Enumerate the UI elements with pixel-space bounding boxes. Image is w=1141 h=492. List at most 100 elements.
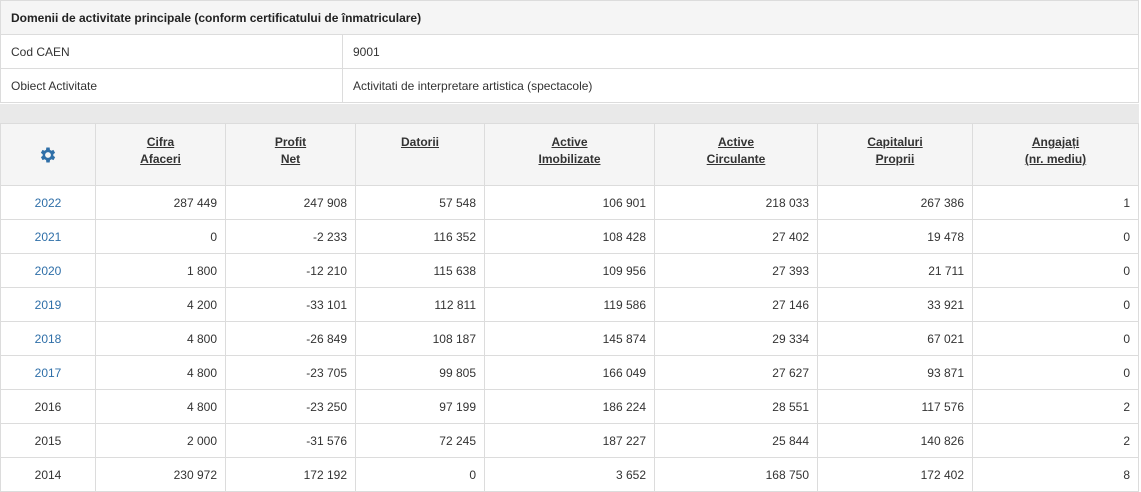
header-line1: Profit [274,135,307,149]
value-cell: 97 199 [355,389,485,424]
value-cell: 140 826 [817,423,973,458]
value-cell: 166 049 [484,355,655,390]
value-cell: 99 805 [355,355,485,390]
value-cell: 186 224 [484,389,655,424]
section-divider [0,104,1139,123]
header-active-imobilizate[interactable]: Active Imobilizate [484,123,655,186]
value-cell: 2 [972,423,1139,458]
value-cell: -2 233 [225,219,356,254]
financials-table: Cifra Afaceri Profit Net Datorii Active Imo… [0,123,1139,492]
header-active-circulante[interactable]: Active Circulante [654,123,818,186]
header-line2: Afaceri [140,152,181,166]
value-cell: 247 908 [225,185,356,220]
year-cell: 2016 [0,389,96,424]
value-cell: 8 [972,457,1139,492]
year-link[interactable]: 2018 [0,321,96,356]
domains-table: Domenii de activitate principale (confor… [0,0,1139,103]
financials-body: 2022 287 449 247 908 57 548 106 901 218 033 26… [0,185,1139,492]
table-row: 2014 230 972 172 192 0 3 652 168 750 172 402 8 [0,457,1139,492]
value-cell: 0 [972,219,1139,254]
value-cell: 27 393 [654,253,818,288]
table-row: 2017 4 800 -23 705 99 805 166 049 27 627 93 87… [0,355,1139,390]
value-cell: 72 245 [355,423,485,458]
header-line1: Capitaluri [867,135,923,149]
value-cell: 27 146 [654,287,818,322]
value-cell: 287 449 [95,185,226,220]
year-link[interactable]: 2017 [0,355,96,390]
value-cell: 267 386 [817,185,973,220]
table-row: 2021 0 -2 233 116 352 108 428 27 402 19 478 0 [0,219,1139,254]
value-cell: 1 [972,185,1139,220]
header-cifra-afaceri[interactable]: Cifra Afaceri [95,123,226,186]
value-cell: 29 334 [654,321,818,356]
value-cell: 218 033 [654,185,818,220]
value-cell: 106 901 [484,185,655,220]
header-profit-net[interactable]: Profit Net [225,123,356,186]
header-line2: Imobilizate [538,152,601,166]
value-cell: 116 352 [355,219,485,254]
value-cell: 108 187 [355,321,485,356]
header-line2: (nr. mediu) [1024,152,1087,166]
value-cell: 27 627 [654,355,818,390]
value-cell: 33 921 [817,287,973,322]
value-cell: -33 101 [225,287,356,322]
value-cell: 117 576 [817,389,973,424]
domains-title: Domenii de activitate principale (confor… [0,0,1139,35]
value-cell: 145 874 [484,321,655,356]
value-cell: 0 [972,321,1139,356]
header-line2: Circulante [706,152,766,166]
year-link[interactable]: 2019 [0,287,96,322]
year-link[interactable]: 2021 [0,219,96,254]
header-line1: Angajați [1031,135,1080,149]
value-cell: 119 586 [484,287,655,322]
value-cell: 21 711 [817,253,973,288]
value-cell: 187 227 [484,423,655,458]
gear-icon [40,147,56,162]
value-cell: 28 551 [654,389,818,424]
value-cell: 67 021 [817,321,973,356]
value-cell: 0 [95,219,226,254]
header-angajati[interactable]: Angajați (nr. mediu) [972,123,1139,186]
domain-value: 9001 [342,34,1139,69]
table-row: 2019 4 200 -33 101 112 811 119 586 27 146 33 9… [0,287,1139,322]
value-cell: 112 811 [355,287,485,322]
value-cell: 4 200 [95,287,226,322]
value-cell: 172 192 [225,457,356,492]
settings-button[interactable] [0,123,96,186]
header-line1: Active [551,135,588,149]
value-cell: 2 [972,389,1139,424]
value-cell: 230 972 [95,457,226,492]
domain-value: Activitati de interpretare artistica (sp… [342,68,1139,103]
value-cell: -23 250 [225,389,356,424]
table-row: 2015 2 000 -31 576 72 245 187 227 25 844 140 8… [0,423,1139,458]
value-cell: 168 750 [654,457,818,492]
value-cell: 57 548 [355,185,485,220]
year-cell: 2014 [0,457,96,492]
financials-header-row: Cifra Afaceri Profit Net Datorii Active Imo… [0,123,1139,186]
year-link[interactable]: 2020 [0,253,96,288]
header-datorii[interactable]: Datorii [355,123,485,186]
header-capitaluri-proprii[interactable]: Capitaluri Proprii [817,123,973,186]
domain-label: Cod CAEN [0,34,343,69]
value-cell: 25 844 [654,423,818,458]
year-link[interactable]: 2022 [0,185,96,220]
domain-row-activity: Obiect Activitate Activitati de interpre… [0,68,1139,103]
year-cell: 2015 [0,423,96,458]
value-cell: -26 849 [225,321,356,356]
value-cell: 172 402 [817,457,973,492]
value-cell: 2 000 [95,423,226,458]
value-cell: 19 478 [817,219,973,254]
header-line1: Active [717,135,755,149]
value-cell: 115 638 [355,253,485,288]
domains-header-row: Domenii de activitate principale (confor… [0,0,1139,35]
header-line1: Datorii [400,135,439,149]
value-cell: 0 [355,457,485,492]
value-cell: -12 210 [225,253,356,288]
value-cell: 109 956 [484,253,655,288]
header-line1: Cifra [146,135,175,149]
value-cell: 0 [972,287,1139,322]
value-cell: 93 871 [817,355,973,390]
value-cell: 0 [972,355,1139,390]
table-row: 2022 287 449 247 908 57 548 106 901 218 033 26… [0,185,1139,220]
value-cell: 108 428 [484,219,655,254]
